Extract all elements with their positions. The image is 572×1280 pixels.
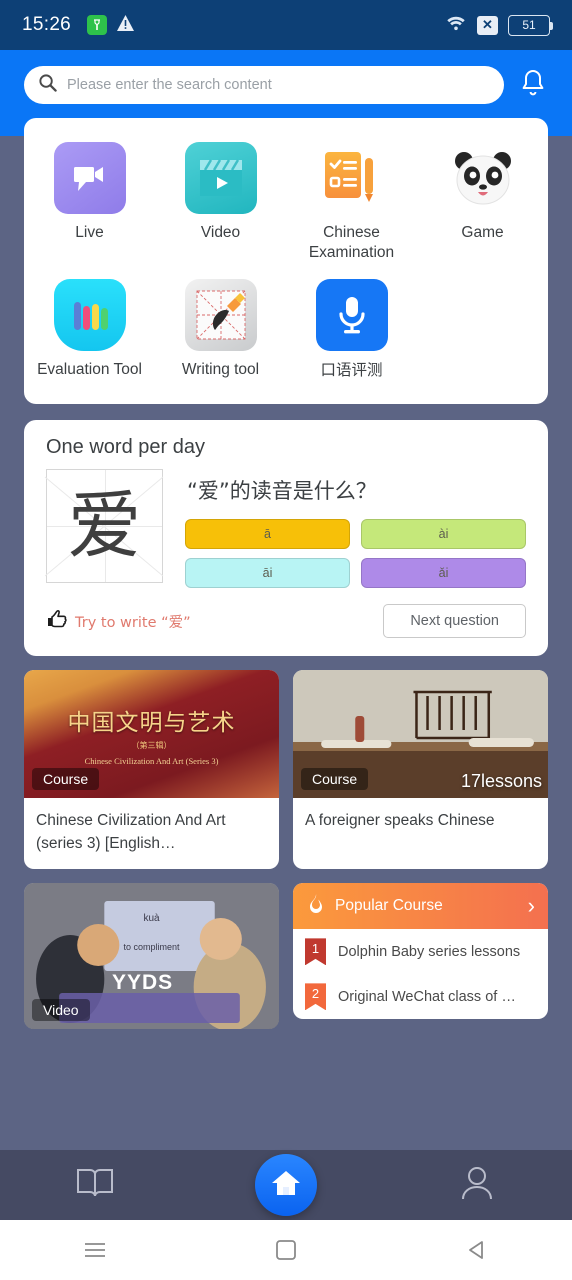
pointing-hand-icon	[46, 609, 68, 633]
try-to-write-link[interactable]: Try to write “爱”	[46, 609, 191, 633]
menu-icon[interactable]	[0, 1239, 191, 1261]
shortcut-oral-evaluation[interactable]: 口语评测	[286, 273, 417, 390]
shortcut-label: Game	[461, 224, 504, 241]
character-display: 爱	[67, 483, 142, 570]
popular-course-item-label: Original WeChat class of …	[338, 988, 516, 1005]
thumb-title-en: Chinese Civilization And Art (Series 3)	[84, 755, 219, 766]
rank-badge: 1	[305, 938, 326, 966]
status-time: 15:26	[22, 14, 72, 35]
live-video-icon	[53, 142, 126, 214]
microphone-icon	[315, 279, 388, 352]
status-left-icons	[87, 14, 135, 37]
course-thumbnail: 中国文明与艺术 （第三辑） Chinese Civilization And A…	[24, 670, 279, 799]
android-navigation-bar	[0, 1220, 572, 1280]
home-button[interactable]	[255, 1154, 317, 1216]
video-card[interactable]: kuà to compliment YYDS Video	[24, 883, 279, 1030]
answer-option[interactable]: ǎi	[361, 558, 526, 589]
answer-option[interactable]: ā	[185, 519, 350, 550]
course-thumbnail: Course 17lessons	[293, 670, 548, 799]
home-square-icon[interactable]	[191, 1238, 382, 1262]
rank-badge: 2	[305, 983, 326, 1011]
chevron-right-icon[interactable]: ›	[528, 893, 535, 919]
shortcut-label: 口语评测	[320, 361, 383, 380]
tab-book[interactable]	[0, 1163, 191, 1208]
course-type-badge: Course	[32, 768, 100, 791]
video-pinyin: kuà	[143, 913, 160, 925]
status-right-icons: ✕ 51	[445, 14, 553, 36]
clapperboard-icon	[184, 142, 257, 214]
tab-home[interactable]	[191, 1154, 382, 1216]
popular-course-header[interactable]: Popular Course ›	[293, 883, 548, 930]
popular-course-title: Popular Course	[335, 897, 443, 915]
course-card-grid: 中国文明与艺术 （第三辑） Chinese Civilization And A…	[24, 670, 548, 1030]
course-title: A foreigner speaks Chinese	[305, 812, 495, 830]
shortcut-live[interactable]: Live	[24, 136, 155, 273]
thumb-subtitle-cn: （第三辑）	[131, 740, 172, 750]
shortcut-label: Evaluation Tool	[37, 361, 142, 379]
shortcut-video[interactable]: Video	[155, 136, 286, 273]
page-scroll-area[interactable]: Please enter the search content Live Vid…	[0, 50, 572, 1170]
warning-triangle-icon	[116, 14, 135, 37]
answer-option[interactable]: āi	[185, 558, 350, 589]
course-card[interactable]: 中国文明与艺术 （第三辑） Chinese Civilization And A…	[24, 670, 279, 870]
shortcut-grid-card: Live Video Chinese Examination Game Eval…	[24, 118, 548, 405]
video-overlay-text: YYDS	[112, 971, 174, 995]
tab-profile[interactable]	[381, 1163, 572, 1208]
flame-icon	[306, 893, 326, 920]
brush-grid-icon	[184, 279, 257, 352]
popular-course-item[interactable]: 2 Original WeChat class of …	[293, 974, 548, 1019]
word-of-day-title: One word per day	[46, 436, 205, 459]
word-question: “爱”的读音是什么？	[187, 479, 377, 504]
thumb-title-cn: 中国文明与艺术	[67, 709, 236, 736]
shortcut-chinese-examination[interactable]: Chinese Examination	[286, 136, 417, 273]
shortcut-game[interactable]: Game	[417, 136, 548, 273]
home-icon	[270, 1168, 302, 1203]
bar-levels-icon	[53, 279, 126, 352]
back-triangle-icon[interactable]	[381, 1238, 572, 1262]
checklist-pen-icon	[316, 142, 388, 214]
battery-icon: 51	[508, 14, 553, 36]
status-bar: 15:26 ✕ 51	[0, 0, 572, 50]
open-book-icon	[74, 1163, 116, 1208]
word-of-day-card: One word per day 爱 “爱”的读音是什么？ ā ài āi ǎi	[24, 420, 548, 657]
answer-options: ā ài āi ǎi	[185, 519, 526, 589]
popular-course-panel: Popular Course › 1 Dolphin Baby series l…	[293, 883, 548, 1020]
try-to-write-label: Try to write “爱”	[75, 614, 191, 631]
person-icon	[457, 1163, 497, 1208]
wifi-icon	[445, 14, 467, 36]
bottom-tab-bar	[0, 1150, 572, 1220]
video-thumbnail: kuà to compliment YYDS Video	[24, 883, 279, 1030]
shortcut-label: Chinese Examination	[308, 224, 395, 262]
panda-icon	[447, 142, 519, 214]
next-question-button[interactable]: Next question	[383, 604, 526, 639]
shortcut-label: Writing tool	[181, 361, 260, 379]
course-lesson-count: 17lessons	[460, 771, 542, 792]
popular-course-item[interactable]: 1 Dolphin Baby series lessons	[293, 929, 548, 974]
video-type-badge: Video	[32, 999, 90, 1022]
search-bar[interactable]: Please enter the search content	[24, 66, 504, 104]
course-type-badge: Course	[301, 768, 369, 791]
shortcut-evaluation-tool[interactable]: Evaluation Tool	[24, 273, 155, 390]
answer-option[interactable]: ài	[361, 519, 526, 550]
search-input[interactable]: Please enter the search content	[67, 77, 272, 93]
battery-level: 51	[522, 18, 536, 32]
shortcut-writing-tool[interactable]: Writing tool	[155, 273, 286, 390]
signal-off-icon: ✕	[477, 15, 498, 35]
shortcut-label: Live	[75, 224, 104, 241]
popular-course-item-label: Dolphin Baby series lessons	[338, 943, 521, 960]
character-grid-box: 爱	[45, 469, 164, 584]
bell-icon[interactable]	[518, 67, 548, 104]
shortcut-empty-slot	[417, 273, 548, 390]
course-card[interactable]: Course 17lessons A foreigner speaks Chin…	[293, 670, 548, 870]
shortcut-grid: Live Video Chinese Examination Game Eval…	[24, 136, 548, 390]
search-icon	[38, 73, 57, 97]
app-green-icon	[87, 15, 108, 35]
course-title: Chinese Civilization And Art (series 3) …	[36, 812, 226, 852]
video-translation: to compliment	[123, 942, 180, 953]
shortcut-label: Video	[200, 224, 241, 241]
